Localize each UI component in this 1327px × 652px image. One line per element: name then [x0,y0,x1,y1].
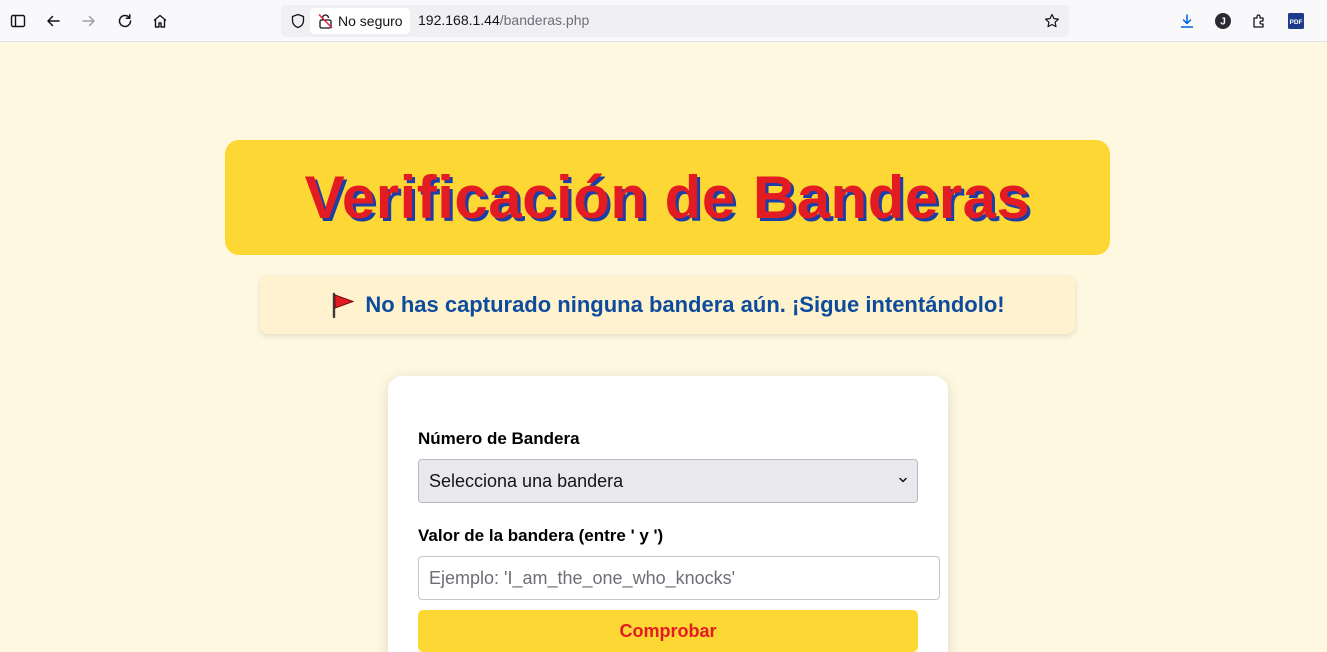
address-bar[interactable]: No seguro 192.168.1.44/banderas.php [281,5,1069,37]
flag-form-card: Número de Bandera Selecciona una bandera… [388,376,948,652]
flag-number-label: Número de Bandera [418,429,580,448]
forward-icon[interactable] [74,6,104,36]
reload-icon[interactable] [110,6,140,36]
url-path: /banderas.php [499,12,590,28]
site-security-indicator[interactable]: No seguro [310,8,410,34]
browser-toolbar: No seguro 192.168.1.44/banderas.php J PD… [0,0,1327,42]
status-message-box: No has capturado ninguna bandera aún. ¡S… [260,276,1075,334]
pdf-label: PDF [1290,19,1303,26]
home-icon[interactable] [145,6,175,36]
sidebar-icon[interactable] [3,6,33,36]
flag-number-select[interactable]: Selecciona una bandera [418,459,918,503]
flag-select-value: Selecciona una bandera [429,470,624,491]
back-icon[interactable] [38,6,68,36]
title-banner: Verificación de Banderas [225,140,1110,255]
url-text[interactable]: 192.168.1.44/banderas.php [418,12,589,28]
url-host: 192.168.1.44 [418,12,500,28]
chevron-down-icon [897,474,909,486]
security-label: No seguro [338,13,403,29]
shield-icon[interactable] [287,10,309,32]
pdf-icon[interactable]: PDF [1281,6,1311,36]
download-icon[interactable] [1172,6,1202,36]
profile-icon[interactable]: J [1208,6,1238,36]
extensions-icon[interactable] [1244,6,1274,36]
flag-value-input[interactable] [418,556,940,600]
flag-value-label: Valor de la bandera (entre ' y ') [418,526,664,545]
insecure-lock-icon [318,13,333,29]
page-title: Verificación de Banderas [304,164,1031,231]
triangular-flag-icon [330,291,356,319]
check-button[interactable]: Comprobar [418,610,918,652]
star-icon[interactable] [1041,10,1063,32]
status-message: No has capturado ninguna bandera aún. ¡S… [365,292,1005,317]
profile-initial: J [1220,17,1226,28]
